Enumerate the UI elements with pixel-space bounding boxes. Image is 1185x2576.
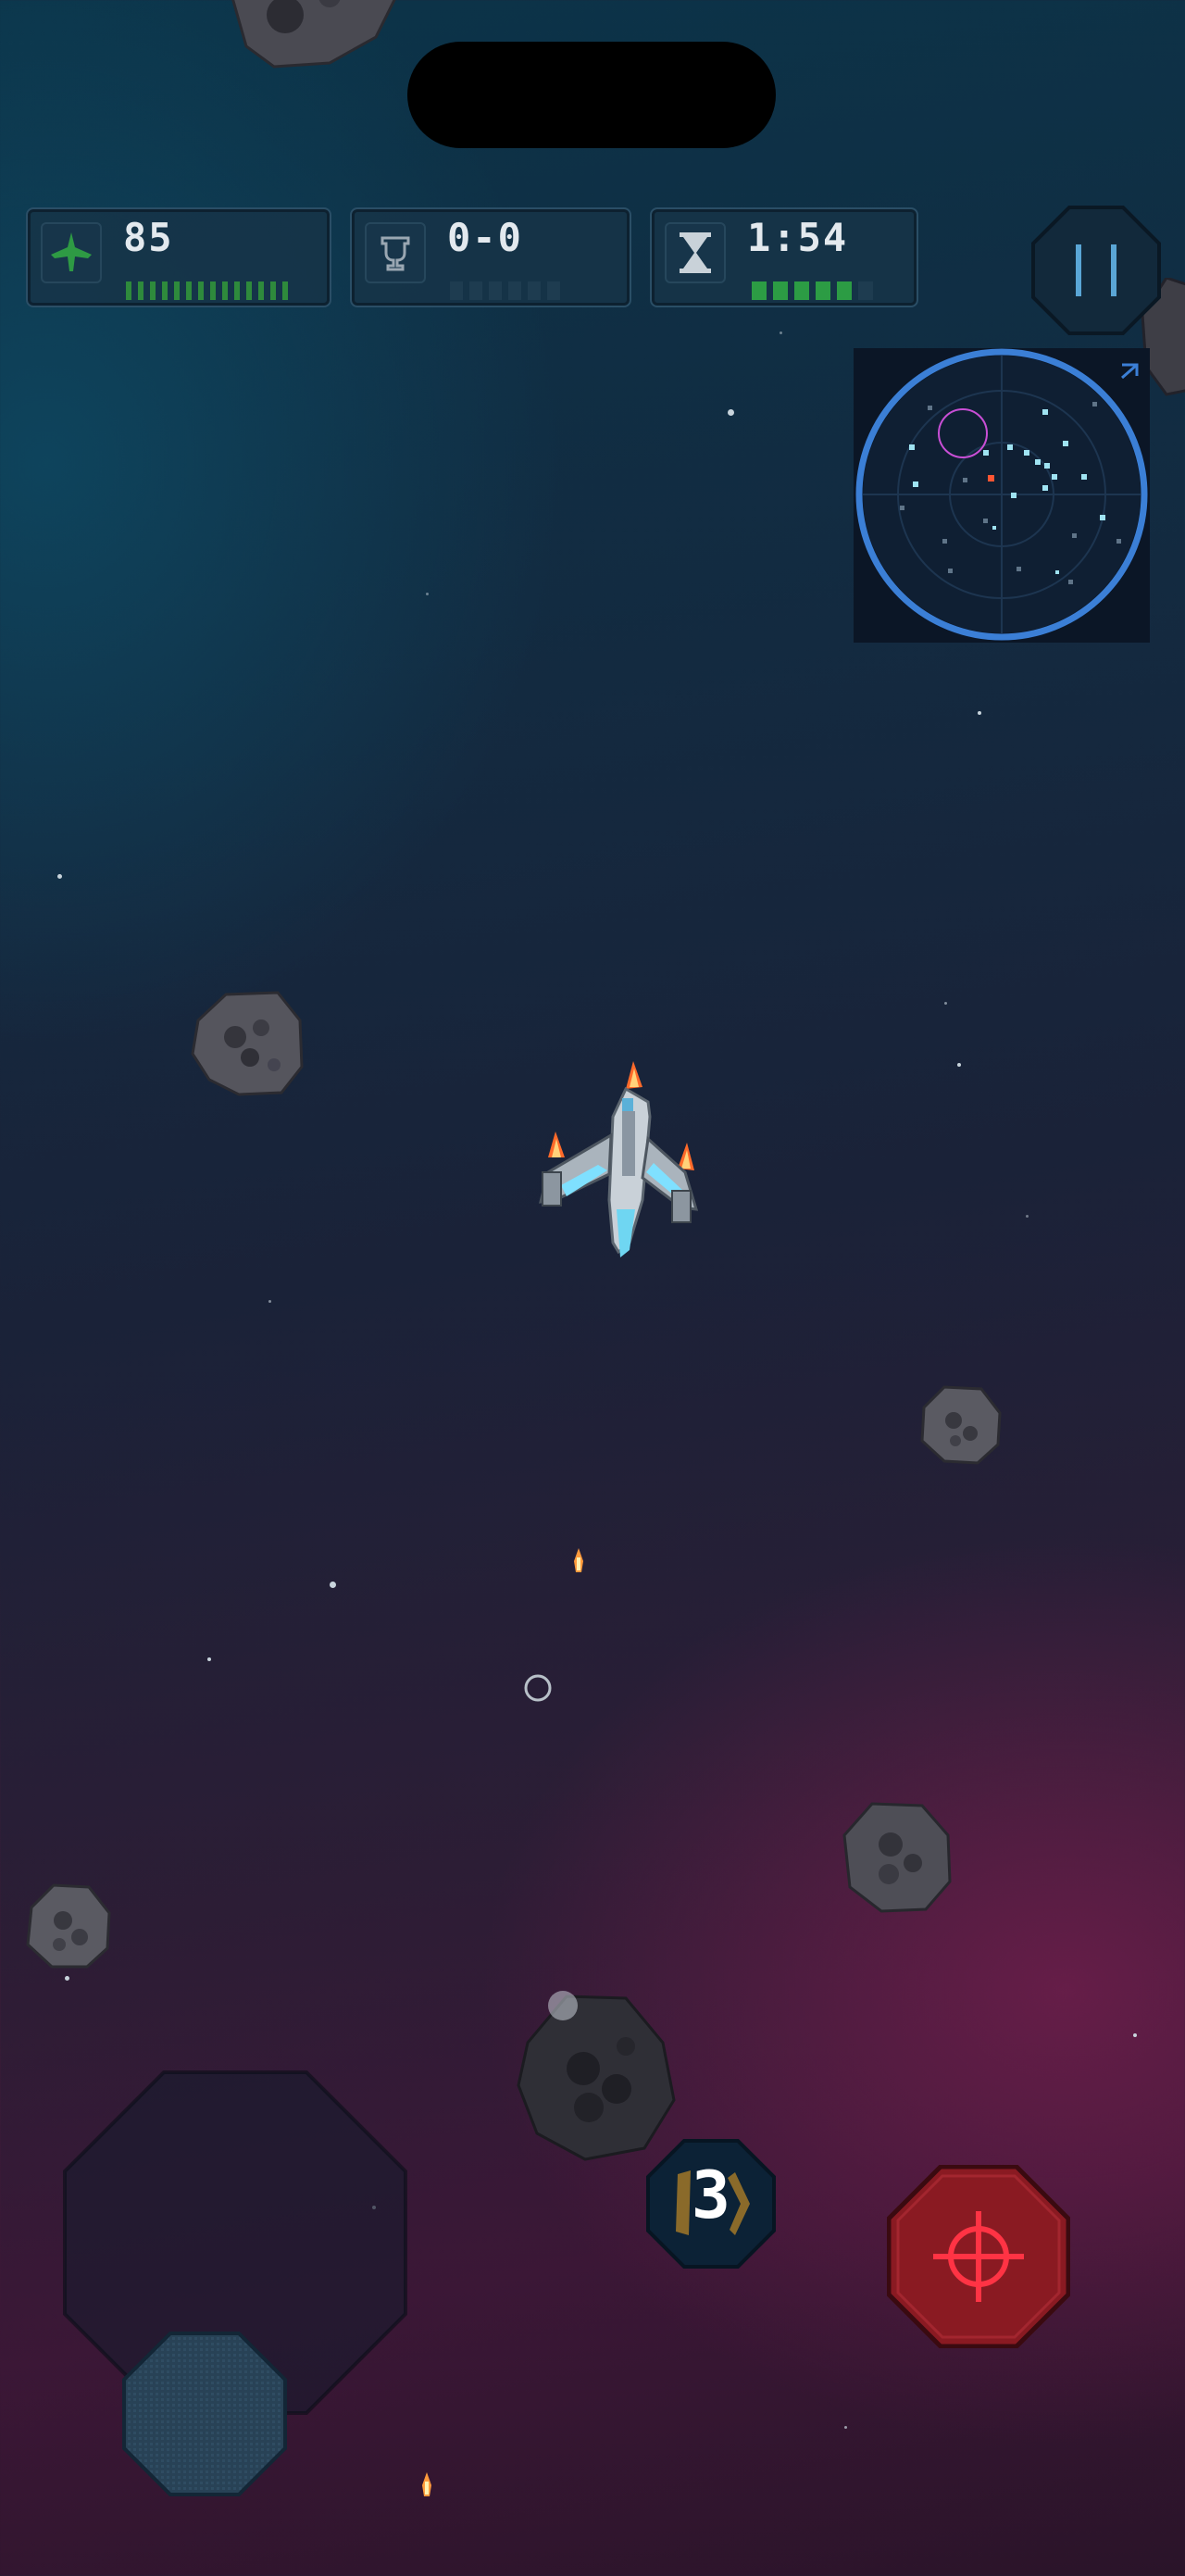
score-bar [450,281,560,300]
ship-icon [41,222,102,283]
star [65,1976,69,1981]
pause-button[interactable] [1031,206,1161,335]
asteroid [191,991,304,1096]
bar-segment [773,281,788,300]
bar-segment [150,281,156,300]
star [207,1657,211,1661]
asteroid [517,1991,676,2161]
bar-segment [528,281,541,300]
star [728,409,734,416]
bar-segment [126,281,131,300]
timer-bar [752,281,873,300]
device-notch [407,42,776,148]
radar-minimap [854,348,1150,643]
bar-segment [270,281,276,300]
bar-segment [489,281,502,300]
bar-segment [794,281,809,300]
bar-segment [258,281,264,300]
star [944,1002,947,1005]
bar-segment [162,281,168,300]
bar-segment [450,281,463,300]
health-bar [126,281,288,300]
health-value: 85 [123,215,174,260]
bar-segment [174,281,180,300]
bar-segment [210,281,216,300]
star [844,2426,847,2429]
score-panel: 0-0 [350,207,631,307]
star [978,711,981,715]
bar-segment [246,281,252,300]
bar-segment [138,281,143,300]
bar-segment [547,281,560,300]
bar-segment [858,281,873,300]
asteroid [920,1385,1002,1465]
bar-segment [508,281,521,300]
star [268,1300,271,1303]
hourglass-icon [665,222,726,283]
bar-segment [198,281,204,300]
missile-ammo-count: 3 [691,2157,731,2233]
star [1026,1215,1029,1218]
fire-button[interactable] [887,2165,1070,2348]
score-value: 0-0 [447,215,523,260]
timer-panel: 1:54 [650,207,918,307]
bar-segment [837,281,852,300]
bar-segment [469,281,482,300]
projectile [422,2472,431,2496]
bar-segment [234,281,240,300]
trophy-icon [365,222,426,283]
joystick-thumb[interactable] [122,2332,287,2496]
asteroid [231,0,396,69]
star [426,593,429,595]
asteroid [26,1883,111,1969]
star [57,874,62,879]
bar-segment [282,281,288,300]
projectile [574,1548,583,1572]
bar-segment [752,281,767,300]
star [957,1063,961,1067]
health-panel: 85 [26,207,331,307]
player-ship[interactable] [533,1061,700,1261]
star [1133,2033,1137,2037]
star [330,1582,336,1588]
star [780,331,782,334]
bar-segment [816,281,830,300]
timer-value: 1:54 [747,215,849,260]
aim-reticle [524,1674,552,1702]
bar-segment [186,281,192,300]
bar-segment [222,281,228,300]
asteroid [842,1802,952,1913]
